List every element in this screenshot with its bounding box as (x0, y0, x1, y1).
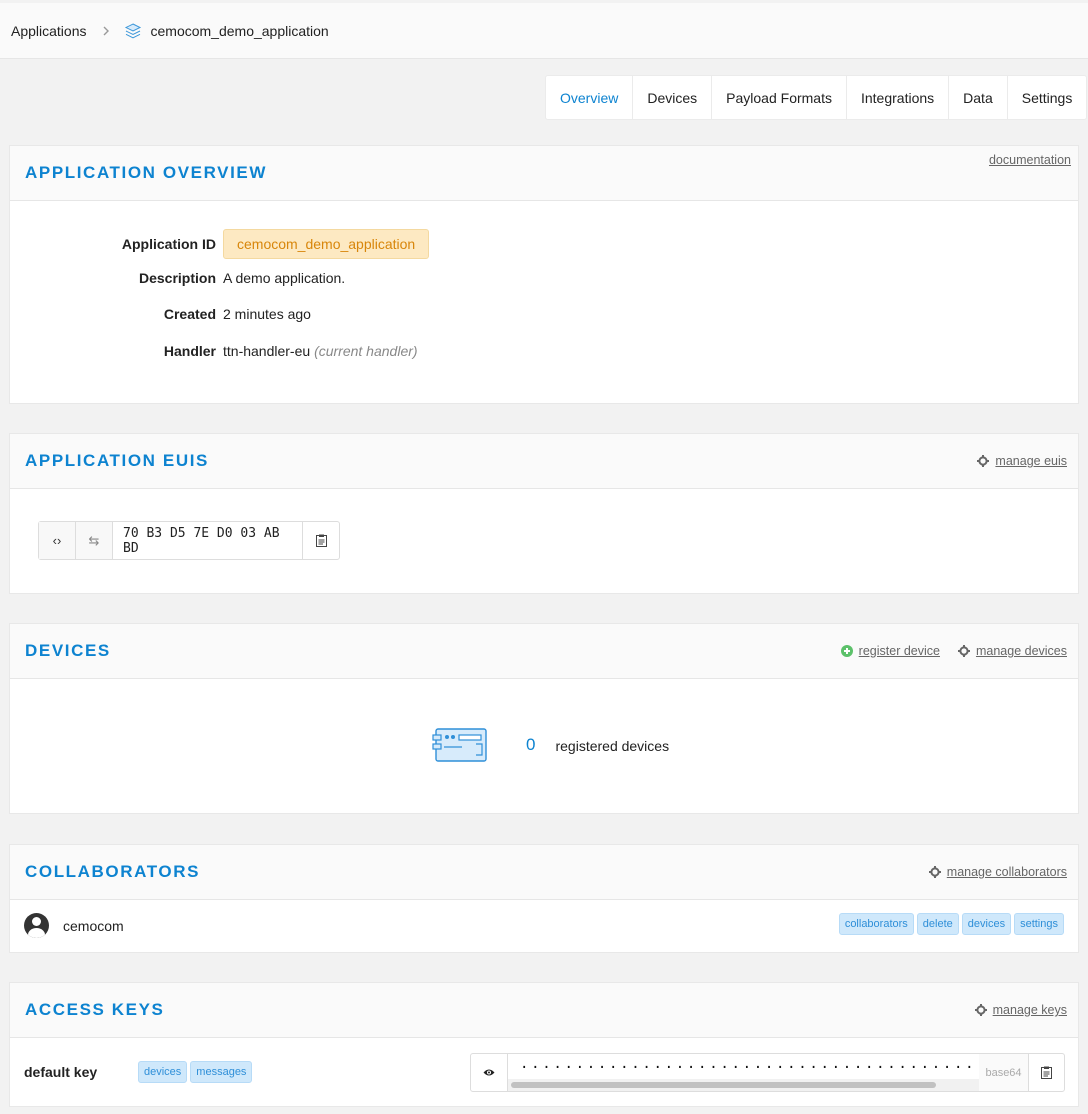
access-keys-card: ACCESS KEYS manage keys default key devi… (9, 982, 1079, 1107)
card-title: COLLABORATORS (25, 862, 201, 881)
manage-devices-link[interactable]: manage devices (976, 644, 1067, 658)
right-badge: collaborators (838, 913, 914, 935)
access-key-field: ········································… (470, 1053, 1065, 1092)
card-title: ACCESS KEYS (25, 1000, 165, 1019)
right-badge: devices (961, 913, 1012, 935)
card-header: DEVICES register device manage devices (10, 624, 1078, 679)
plus-circle-icon (840, 645, 853, 657)
gear-icon (928, 866, 941, 878)
manage-keys-link[interactable]: manage keys (993, 1003, 1067, 1017)
register-device-link[interactable]: register device (859, 644, 940, 658)
collaborator-name: cemocom (63, 917, 124, 934)
gear-icon (974, 1004, 987, 1016)
right-badge: delete (916, 913, 959, 935)
app-id-row: Application ID cemocom_demo_application (10, 229, 430, 259)
manage-collaborators-link[interactable]: manage collaborators (947, 865, 1067, 879)
manage-devices-wrap: manage devices (957, 644, 1067, 658)
breadcrumb-current-app[interactable]: cemocom_demo_application (151, 23, 329, 39)
clipboard-icon[interactable] (1028, 1054, 1064, 1091)
field-label: Description (138, 270, 216, 286)
code-toggle-icon[interactable]: ‹› (39, 522, 76, 559)
tab-payload-formats[interactable]: Payload Formats (712, 76, 847, 119)
application-euis-card: APPLICATION EUIS manage euis ‹› ⇆ 70 B3 … (9, 433, 1079, 594)
access-key-row: default key devices messages (24, 1061, 253, 1083)
access-key-masked[interactable]: ········································… (508, 1054, 979, 1091)
description-value: A demo application. (223, 270, 346, 286)
manage-keys-wrap: manage keys (974, 1003, 1067, 1017)
collaborator-row: cemocom (24, 913, 124, 938)
eui-field: ‹› ⇆ 70 B3 D5 7E D0 03 AB BD (38, 521, 340, 560)
application-overview-card: APPLICATION OVERVIEW documentation Appli… (9, 145, 1079, 404)
devices-card: DEVICES register device manage devices 0… (9, 623, 1079, 814)
handler-note: (current handler) (314, 343, 418, 359)
chevron-right-icon (103, 23, 110, 39)
device-board-icon (432, 727, 490, 763)
tab-bar: Overview Devices Payload Formats Integra… (545, 75, 1088, 120)
key-right-badge: messages (190, 1061, 253, 1083)
card-header: APPLICATION EUIS manage euis (10, 434, 1078, 489)
field-label: Handler (163, 343, 216, 359)
manage-euis-link[interactable]: manage euis (995, 454, 1067, 468)
collaborators-card: COLLABORATORS manage collaborators cemoc… (9, 844, 1079, 953)
masked-key-value: ········································… (520, 1060, 979, 1076)
right-badge: settings (1014, 913, 1064, 935)
documentation-link[interactable]: documentation (989, 153, 1071, 167)
tab-integrations[interactable]: Integrations (847, 76, 950, 119)
access-key-name: default key (24, 1064, 98, 1080)
tab-devices[interactable]: Devices (633, 76, 713, 119)
handler-row: Handler ttn-handler-eu (current handler) (10, 343, 418, 359)
clipboard-icon[interactable] (303, 522, 339, 559)
card-title: APPLICATION EUIS (25, 451, 209, 470)
handler-name: ttn-handler-eu (223, 343, 311, 359)
breadcrumb-applications-link[interactable]: Applications (11, 23, 87, 39)
collaborator-rights: collaborators delete devices settings (838, 913, 1064, 935)
card-header: COLLABORATORS manage collaborators (10, 845, 1078, 900)
card-title: DEVICES (25, 641, 111, 660)
manage-collaborators-wrap: manage collaborators (928, 865, 1067, 879)
tab-data[interactable]: Data (949, 76, 1008, 119)
manage-euis-link-wrap: manage euis (977, 454, 1067, 468)
horizontal-scrollbar[interactable] (511, 1082, 936, 1088)
eye-icon[interactable] (471, 1054, 508, 1091)
device-count-row: 0 registered devices (432, 727, 669, 763)
eui-value: 70 B3 D5 7E D0 03 AB BD (113, 522, 303, 559)
layers-icon (124, 22, 142, 40)
created-value: 2 minutes ago (223, 306, 311, 322)
tab-overview[interactable]: Overview (546, 76, 634, 119)
tab-settings[interactable]: Settings (1008, 76, 1087, 119)
description-row: Description A demo application. (10, 270, 345, 286)
user-avatar-icon (24, 913, 49, 938)
device-count: 0 (526, 735, 536, 754)
handler-value: ttn-handler-eu (current handler) (223, 343, 418, 359)
swap-byte-order-icon[interactable]: ⇆ (76, 522, 113, 559)
card-title: APPLICATION OVERVIEW (25, 163, 268, 182)
card-header: ACCESS KEYS manage keys (10, 983, 1078, 1038)
application-id-value: cemocom_demo_application (223, 229, 430, 259)
device-count-label: registered devices (555, 738, 670, 754)
field-label: Application ID (121, 236, 216, 252)
gear-icon (957, 645, 970, 657)
field-label: Created (163, 306, 216, 322)
register-device-wrap: register device (840, 644, 940, 658)
breadcrumb: Applications cemocom_demo_application (0, 3, 1088, 59)
key-encoding-label[interactable]: base64 (979, 1054, 1028, 1091)
card-header: APPLICATION OVERVIEW (10, 146, 1078, 201)
key-right-badge: devices (138, 1061, 188, 1083)
gear-icon (977, 455, 990, 467)
created-row: Created 2 minutes ago (10, 306, 311, 322)
